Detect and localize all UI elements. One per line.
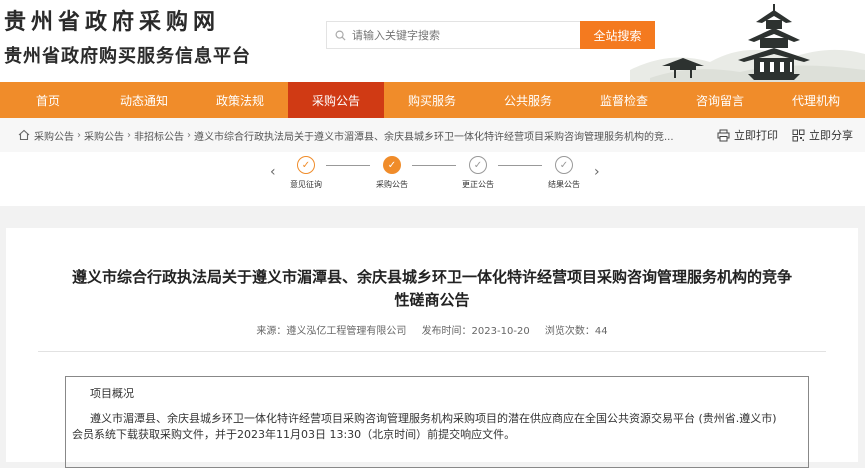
step-result[interactable]: ✓ 结果公告 — [534, 156, 594, 190]
nav-item-consult[interactable]: 咨询留言 — [672, 82, 768, 118]
step-label: 采购公告 — [376, 180, 408, 189]
breadcrumb-item-non-tender[interactable]: 非招标公告 — [134, 128, 184, 143]
share-label: 立即分享 — [809, 129, 853, 142]
check-icon: ✓ — [555, 156, 573, 174]
step-correction[interactable]: ✓ 更正公告 — [448, 156, 508, 190]
nav-item-purchase-service[interactable]: 购买服务 — [384, 82, 480, 118]
print-icon — [717, 129, 730, 141]
chevron-left-icon[interactable]: ‹ — [270, 164, 276, 180]
qr-code-icon — [792, 129, 805, 141]
nav-item-public-service[interactable]: 公共服务 — [480, 82, 576, 118]
check-icon: ✓ — [297, 156, 315, 174]
step-procurement-notice[interactable]: ✓ 采购公告 — [362, 156, 422, 190]
breadcrumb-item-procurement-notice[interactable]: 采购公告 — [84, 128, 124, 143]
project-overview-box: 项目概况 遵义市湄潭县、余庆县城乡环卫一体化特许经营项目采购咨询管理服务机构采购… — [65, 376, 809, 468]
chevron-right-icon[interactable]: › — [594, 164, 600, 180]
nav-item-agency[interactable]: 代理机构 — [768, 82, 864, 118]
print-label: 立即打印 — [734, 129, 778, 142]
main-nav: 首页 动态通知 政策法规 采购公告 购买服务 公共服务 监督检查 咨询留言 代理… — [0, 82, 865, 118]
step-label: 结果公告 — [548, 180, 580, 189]
share-button[interactable]: 立即分享 — [792, 127, 853, 143]
divider — [38, 351, 826, 352]
nav-item-supervision[interactable]: 监督检查 — [576, 82, 672, 118]
section-body: 遵义市湄潭县、余庆县城乡环卫一体化特许经营项目采购咨询管理服务机构采购项目的潜在… — [72, 412, 777, 441]
search-bar: 全站搜索 — [326, 21, 655, 49]
search-icon — [335, 30, 346, 41]
section-title: 项目概况 — [90, 387, 134, 400]
nav-item-procurement-notice[interactable]: 采购公告 — [288, 82, 384, 118]
article-meta: 来源：遵义泓亿工程管理有限公司 发布时间：2023-10-20 浏览次数：44 — [6, 322, 858, 337]
page-title: 遵义市综合行政执法局关于遵义市湄潭县、余庆县城乡环卫一体化特许经营项目采购咨询管… — [71, 268, 792, 309]
nav-item-news[interactable]: 动态通知 — [96, 82, 192, 118]
nav-item-home[interactable]: 首页 — [0, 82, 96, 118]
site-logo-title[interactable]: 贵州省政府采购网 — [4, 4, 220, 36]
pavilion-illustration — [630, 4, 865, 82]
article: 遵义市综合行政执法局关于遵义市湄潭县、余庆县城乡环卫一体化特许经营项目采购咨询管… — [6, 228, 858, 468]
breadcrumb-separator: › — [187, 129, 191, 141]
breadcrumb-separator: › — [127, 129, 131, 141]
step-label: 更正公告 — [462, 180, 494, 189]
check-icon: ✓ — [383, 156, 401, 174]
breadcrumb: 采购公告 › 采购公告 › 非招标公告 › 遵义市综合行政执法局关于遵义市湄潭县、余庆… — [0, 118, 865, 152]
article-date: 发布时间：2023-10-20 — [421, 326, 530, 337]
page-actions: 立即打印 立即分享 — [717, 127, 853, 143]
home-icon[interactable] — [18, 129, 30, 141]
article-source: 来源：遵义泓亿工程管理有限公司 — [256, 326, 407, 337]
step-consultation[interactable]: ✓ 意见征询 — [276, 156, 336, 190]
article-views: 浏览次数：44 — [544, 326, 608, 337]
breadcrumb-item-procurement[interactable]: 采购公告 — [34, 128, 74, 143]
check-icon: ✓ — [469, 156, 487, 174]
search-input[interactable] — [352, 28, 552, 42]
step-label: 意见征询 — [290, 180, 322, 189]
breadcrumb-item-current: 遵义市综合行政执法局关于遵义市湄潭县、余庆县城乡环卫一体化特许经营项目采购咨询管… — [194, 131, 674, 143]
search-box — [326, 21, 580, 49]
site-logo-subtitle[interactable]: 贵州省政府购买服务信息平台 — [4, 42, 251, 68]
procurement-progress: ‹ ✓ 意见征询 ✓ 采购公告 ✓ 更正公告 ✓ 结果公告 › — [0, 152, 865, 206]
site-header: 贵州省政府采购网 贵州省政府购买服务信息平台 全站搜索 — [0, 0, 865, 82]
breadcrumb-separator: › — [77, 129, 81, 141]
nav-item-policy[interactable]: 政策法规 — [192, 82, 288, 118]
print-button[interactable]: 立即打印 — [717, 127, 778, 143]
